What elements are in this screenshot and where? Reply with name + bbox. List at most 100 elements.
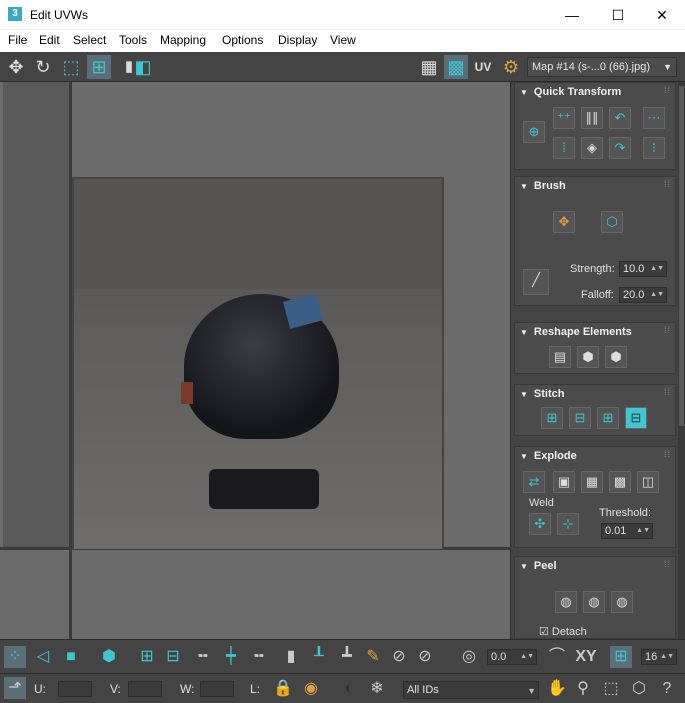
falloff-curve-icon[interactable]: ⌒ [546,646,568,668]
stitch-header[interactable]: ▼ Stitch [515,385,675,403]
xy-toggle-button[interactable]: XY [572,646,600,668]
quick-transform-header[interactable]: ▼ Quick Transform [515,83,675,101]
grid-size-spinner[interactable]: 16 ▲▼ [641,649,677,665]
move-icon[interactable]: ✥ [4,55,28,79]
polygon-mode-icon[interactable]: ■ [60,646,82,668]
peel-header[interactable]: ▼ Peel [515,557,675,575]
paint-move-icon[interactable]: ✥ [553,211,575,233]
peel-title: Peel [533,560,557,572]
menu-mapping[interactable]: Mapping [160,33,206,47]
menu-select[interactable]: Select [73,33,106,47]
close-button[interactable]: ✕ [639,0,685,30]
space-vertical-icon[interactable]: ◈ [581,137,603,159]
zoom-icon[interactable]: ⚲ [572,678,594,700]
texture-settings-icon[interactable]: ⚙ [499,55,523,79]
select-by-element-icon[interactable]: ┸ [308,646,330,668]
straighten-selection-icon[interactable]: ▤ [549,346,571,368]
weld-target-icon[interactable]: ⊹ [557,513,579,535]
menu-edit[interactable]: Edit [39,33,60,47]
v-field[interactable] [128,681,162,697]
element-mode-icon[interactable]: ⬢ [98,646,120,668]
freeform-icon[interactable]: ⊞ [87,55,111,79]
explode-header[interactable]: ▼ Explode [515,447,675,465]
ids-dropdown[interactable]: All IDs ▼ [403,681,539,699]
show-map-icon[interactable]: ▩ [444,55,468,79]
scrollbar-thumb[interactable] [679,86,684,426]
hide-icon[interactable]: ◉ [300,678,322,700]
edge-ring-icon[interactable]: ┿ [220,646,242,668]
zoom-extents-icon[interactable]: ⬡ [628,678,650,700]
menu-view[interactable]: View [330,33,356,47]
paint-select-icon[interactable]: ✎ [362,646,384,668]
help-icon[interactable]: ? [656,678,678,700]
falloff-spinner[interactable]: 20.0 ▲▼ [619,287,667,303]
stitch-to-target-icon[interactable]: ⊞ [541,407,563,429]
uv-toggle-button[interactable]: UV [471,55,495,79]
menu-options[interactable]: Options [222,33,263,47]
minimize-button[interactable]: — [549,0,595,30]
u-field[interactable] [58,681,92,697]
explode-by-smoothing-icon[interactable]: ▣ [553,471,575,493]
menu-tools[interactable]: Tools [119,33,147,47]
paint-shrink-icon[interactable]: ⊘ [414,646,436,668]
strength-spinner[interactable]: 10.0 ▲▼ [619,261,667,277]
paint-grow-icon[interactable]: ⊘ [388,646,410,668]
menu-display[interactable]: Display [278,33,317,47]
explode-by-polygon-icon[interactable]: ▦ [581,471,603,493]
uv-viewport[interactable] [0,82,510,639]
grow-selection-icon[interactable]: ⊞ [136,646,158,668]
maximize-button[interactable]: ☐ [595,0,641,30]
rotate-icon[interactable]: ↻ [31,55,55,79]
relax-custom-icon[interactable]: ⬢ [605,346,627,368]
edge-loop-icon[interactable]: ╍ [192,646,214,668]
mirror-vertical-icon[interactable]: ◧ [131,55,155,79]
freeze-icon[interactable]: ❄ [366,678,388,700]
vertex-mode-icon[interactable]: ⁘ [4,646,26,668]
scale-icon[interactable]: ⬚ [59,55,83,79]
checker-pattern-icon[interactable]: ▦ [417,55,441,79]
zoom-region-icon[interactable]: ⬚ [600,678,622,700]
rotate-cw-icon[interactable]: ↷ [609,137,631,159]
grip-icon: ⁞⁞ [663,559,671,569]
stitch-to-source-icon[interactable]: ⊞ [597,407,619,429]
pan-icon[interactable]: ✋ [546,678,568,700]
reshape-elements-header[interactable]: ▼ Reshape Elements [515,323,675,341]
point-loop-icon[interactable]: ╍ [248,646,270,668]
break-icon[interactable]: ⇄ [523,471,545,493]
explode-by-material-icon[interactable]: ▩ [609,471,631,493]
edge-mode-icon[interactable]: ◁ [32,646,54,668]
grid-snap-icon[interactable]: ⊞ [610,646,632,668]
align-vertical-linear-icon[interactable]: ⁝ [643,137,665,159]
menu-file[interactable]: File [8,33,27,47]
map-selector-dropdown[interactable]: Map #14 (s-...0 (66).jpg) ▼ [527,57,677,77]
rotation-spinner[interactable]: 0.0 ▲▼ [487,649,537,665]
relax-until-flat-icon[interactable]: ⬢ [577,346,599,368]
set-pivot-icon[interactable]: ⊕ [523,121,545,143]
show-icon[interactable]: ◐ [338,678,360,700]
stitch-custom-icon[interactable]: ⊟ [625,407,647,429]
reset-peel-icon[interactable]: ◍ [611,591,633,613]
peel-mode-icon[interactable]: ◍ [583,591,605,613]
relax-brush-icon[interactable]: ⬡ [601,211,623,233]
quick-peel-icon[interactable]: ◍ [555,591,577,613]
space-horizontal-icon[interactable]: ∥∥ [581,107,603,129]
w-field[interactable] [200,681,234,697]
panel-scrollbar[interactable] [678,82,685,639]
weld-selected-icon[interactable]: ✣ [529,513,551,535]
align-vertical-icon[interactable]: ⁞ [553,137,575,159]
align-horizontal-icon[interactable]: ⁺⁺ [553,107,575,129]
detach-checkbox[interactable]: ☑ Detach [539,625,587,638]
absolute-offset-icon[interactable]: ⬏ [4,677,26,699]
shrink-selection-icon[interactable]: ⊟ [162,646,184,668]
ignore-backface-icon[interactable]: ┻ [336,646,358,668]
rotate-ccw-icon[interactable]: ↶ [609,107,631,129]
threshold-spinner[interactable]: 0.01 ▲▼ [601,523,653,539]
brush-stroke-icon[interactable]: ╱ [523,269,549,295]
stitch-average-icon[interactable]: ⊟ [569,407,591,429]
explode-custom-icon[interactable]: ◫ [637,471,659,493]
select-overlap-icon[interactable]: ▮ [280,646,302,668]
align-linear-icon[interactable]: ⋯ [643,107,665,129]
brush-header[interactable]: ▼ Brush [515,177,675,195]
lock-selection-icon[interactable]: 🔒 [272,678,294,700]
soft-selection-icon[interactable]: ◎ [458,646,480,668]
